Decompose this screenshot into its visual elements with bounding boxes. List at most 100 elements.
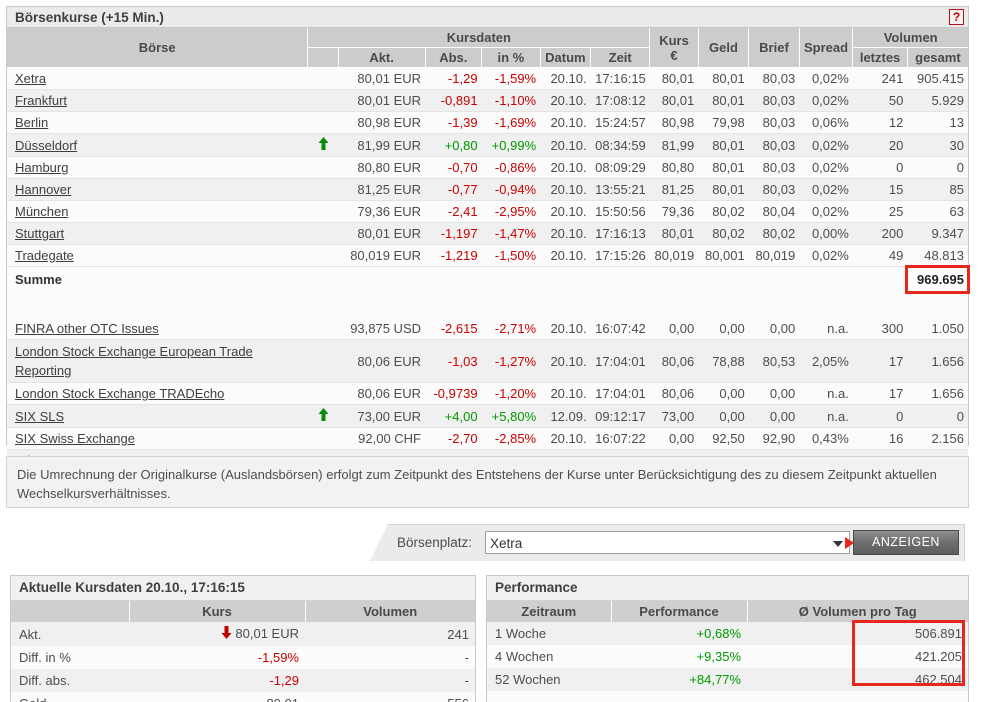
table-row[interactable]: Stuttgart 80,01 EUR -1,197 -1,47% 20.10. 17:1… bbox=[7, 222, 968, 246]
trend-cell bbox=[307, 382, 339, 406]
letztes-cell: 12 bbox=[852, 111, 908, 134]
letztes-cell: 17 bbox=[852, 339, 908, 384]
col-datum[interactable]: Datum bbox=[540, 47, 592, 68]
kursdaten-row-volumen: 241 bbox=[305, 622, 475, 647]
venue-cell[interactable]: SIX Swiss Exchange bbox=[7, 427, 308, 451]
kursdaten-table-head: Kurs Volumen bbox=[11, 601, 475, 622]
col-kurs-eur[interactable]: Kurs € bbox=[649, 28, 699, 68]
brief-cell: 0,00 bbox=[748, 404, 800, 429]
performance-row-value: +84,77% bbox=[611, 668, 747, 691]
col-letztes[interactable]: letztes bbox=[852, 47, 908, 68]
col-akt[interactable]: Akt. bbox=[338, 47, 426, 68]
table-row[interactable]: London Stock Exchange European Trade Rep… bbox=[7, 339, 968, 384]
venue-cell[interactable]: London Stock Exchange European Trade Rep… bbox=[7, 339, 308, 384]
col-geld[interactable]: Geld bbox=[698, 28, 750, 68]
anzeigen-button[interactable]: ANZEIGEN bbox=[853, 530, 959, 555]
akt-cell: 93,875 USD bbox=[338, 318, 426, 341]
venue-cell[interactable]: Hamburg bbox=[7, 156, 308, 180]
table-row[interactable]: Berlin 80,98 EUR -1,39 -1,69% 20.10. 15:24:57… bbox=[7, 111, 968, 134]
kurs-cell: 80,019 bbox=[649, 244, 699, 268]
abs-cell: -2,41 bbox=[425, 200, 482, 224]
table-row[interactable]: SIX SLS 73,00 EUR +4,00 +5,80% 12.09. 09:12:1… bbox=[7, 404, 968, 429]
venue-link[interactable]: London Stock Exchange TRADEcho bbox=[15, 386, 224, 401]
sum-total-volume: 969.695 bbox=[905, 264, 970, 295]
venue-link[interactable]: Stuttgart bbox=[15, 226, 64, 241]
spread-cell: 0,00% bbox=[799, 222, 853, 246]
col-spread[interactable]: Spread bbox=[799, 28, 854, 68]
akt-cell: 80,06 EUR bbox=[338, 339, 426, 384]
venue-link[interactable]: Hannover bbox=[15, 182, 71, 197]
akt-cell: 79,36 EUR bbox=[338, 200, 426, 224]
performance-row-value: +0,68% bbox=[611, 622, 747, 645]
table-row[interactable]: Hamburg 80,80 EUR -0,70 -0,86% 20.10. 08:09:2… bbox=[7, 156, 968, 180]
table-row[interactable]: Tradegate 80,019 EUR -1,219 -1,50% 20.10. 17:… bbox=[7, 244, 968, 268]
kurs-cell: 80,06 bbox=[649, 382, 699, 406]
venue-link[interactable]: Düsseldorf bbox=[15, 138, 77, 153]
venue-cell[interactable]: Hannover bbox=[7, 178, 308, 202]
venue-cell[interactable]: Stuttgart bbox=[7, 222, 308, 246]
venue-link[interactable]: Tradegate bbox=[15, 248, 74, 263]
brief-cell: 0,00 bbox=[748, 318, 800, 341]
col-gesamt[interactable]: gesamt bbox=[907, 47, 968, 68]
table-row[interactable]: London Stock Exchange TRADEcho 80,06 EUR -… bbox=[7, 382, 968, 406]
venue-link[interactable]: SIX SLS bbox=[15, 409, 64, 424]
gesamt-cell: 1.656 bbox=[907, 339, 968, 384]
performance-row: 52 Wochen +84,77% 462.504 bbox=[487, 668, 968, 691]
gesamt-cell: 5.929 bbox=[907, 89, 968, 112]
abs-cell: +0,80 bbox=[425, 133, 482, 158]
pct-cell: -2,85% bbox=[481, 427, 541, 451]
table-row[interactable]: München 79,36 EUR -2,41 -2,95% 20.10. 15:50:5… bbox=[7, 200, 968, 224]
zeit-cell: 17:16:15 bbox=[590, 67, 650, 90]
venue-cell[interactable]: FINRA other OTC Issues bbox=[7, 318, 308, 341]
kurs-cell: 81,99 bbox=[649, 133, 699, 158]
kurs-cell: 80,80 bbox=[649, 156, 699, 180]
pct-cell: +0,99% bbox=[481, 133, 541, 158]
table-row[interactable]: Xetra 80,01 EUR -1,29 -1,59% 20.10. 17:16:15 8… bbox=[7, 67, 968, 90]
brief-cell: 80,019 bbox=[748, 244, 800, 268]
page-title: Börsenkurse (+15 Min.) bbox=[15, 10, 164, 25]
venue-link[interactable]: SIX Swiss Exchange bbox=[15, 431, 135, 446]
venue-link[interactable]: Berlin bbox=[15, 115, 48, 130]
table-row[interactable]: Düsseldorf 81,99 EUR +0,80 +0,99% 20.10. 08:3… bbox=[7, 133, 968, 158]
gesamt-cell: 48.813 bbox=[907, 244, 968, 268]
zeit-cell: 15:24:57 bbox=[590, 111, 650, 134]
trend-cell bbox=[307, 244, 339, 268]
abs-cell: -2,615 bbox=[425, 318, 482, 341]
col-in-percent[interactable]: in % bbox=[481, 47, 541, 68]
venue-link[interactable]: London Stock Exchange European Trade Rep… bbox=[15, 344, 253, 378]
performance-row-period: 52 Wochen bbox=[487, 668, 611, 691]
col-brief[interactable]: Brief bbox=[748, 28, 800, 68]
venue-select[interactable]: Xetra bbox=[485, 531, 850, 554]
datum-cell: 20.10. bbox=[540, 318, 591, 341]
table-row[interactable]: Hannover 81,25 EUR -0,77 -0,94% 20.10. 13:55:… bbox=[7, 178, 968, 202]
col-venue[interactable]: Börse bbox=[7, 28, 309, 68]
col-abs[interactable]: Abs. bbox=[425, 47, 483, 68]
venue-link[interactable]: München bbox=[15, 204, 68, 219]
performance-row-period: 4 Wochen bbox=[487, 645, 611, 668]
venue-cell[interactable]: SIX SLS bbox=[7, 404, 308, 429]
table-row[interactable]: SIX Swiss Exchange 92,00 CHF -2,70 -2,85% 20… bbox=[7, 427, 968, 451]
trend-down-icon bbox=[221, 626, 232, 643]
brief-cell: 80,03 bbox=[748, 67, 800, 90]
gap-cell bbox=[7, 292, 968, 319]
table-row[interactable]: Frankfurt 80,01 EUR -0,891 -1,10% 20.10. 17:0… bbox=[7, 89, 968, 112]
kursdaten-panel-title: Aktuelle Kursdaten 20.10., 17:16:15 bbox=[11, 576, 475, 601]
kursdaten-row: Diff. abs. -1,29- bbox=[11, 669, 475, 693]
venue-link[interactable]: Xetra bbox=[15, 71, 46, 86]
akt-cell: 80,80 EUR bbox=[338, 156, 426, 180]
venue-cell[interactable]: München bbox=[7, 200, 308, 224]
col-zeit[interactable]: Zeit bbox=[590, 47, 651, 68]
venue-cell[interactable]: Berlin bbox=[7, 111, 308, 134]
venue-cell[interactable]: Tradegate bbox=[7, 244, 308, 268]
venue-cell[interactable]: Xetra bbox=[7, 67, 308, 90]
trend-cell bbox=[307, 178, 339, 202]
table-row[interactable]: FINRA other OTC Issues 93,875 USD -2,615 -2… bbox=[7, 318, 968, 341]
venue-cell[interactable]: London Stock Exchange TRADEcho bbox=[7, 382, 308, 406]
venue-cell[interactable]: Frankfurt bbox=[7, 89, 308, 112]
venue-cell[interactable]: Düsseldorf bbox=[7, 133, 308, 158]
venue-link[interactable]: FINRA other OTC Issues bbox=[15, 321, 159, 336]
venue-link[interactable]: Hamburg bbox=[15, 160, 68, 175]
performance-row-avg-volume: 462.504 bbox=[747, 668, 968, 691]
venue-link[interactable]: Frankfurt bbox=[15, 93, 67, 108]
help-icon[interactable]: ? bbox=[949, 9, 964, 25]
